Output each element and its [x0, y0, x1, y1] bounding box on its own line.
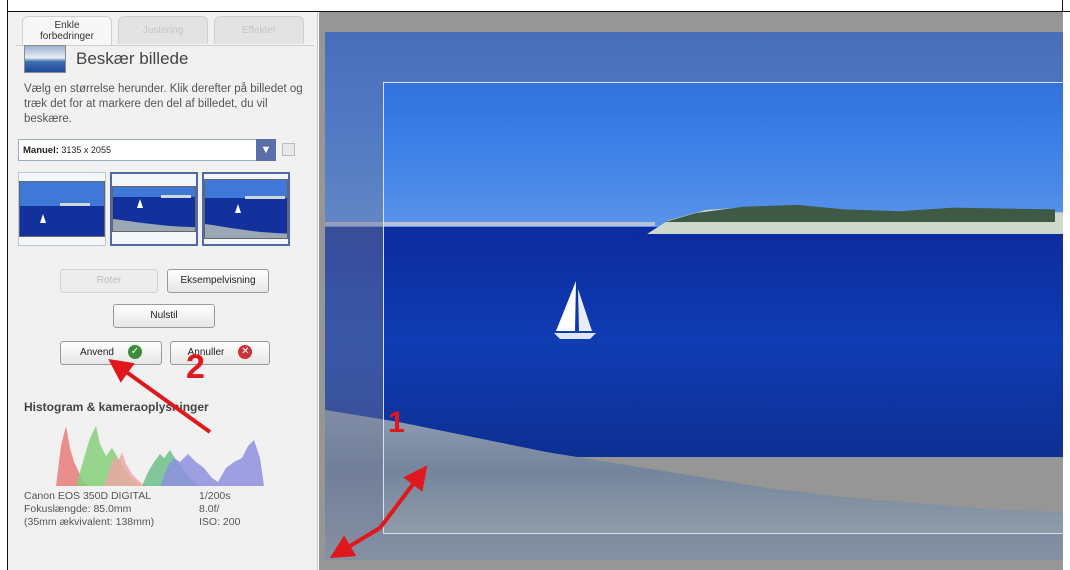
histogram-chart	[56, 426, 264, 486]
crop-shade-left	[325, 32, 383, 560]
apply-label: Anvend	[80, 347, 114, 358]
tab-bar: Enkle forbedringer Justering Effekter	[22, 16, 310, 46]
rotate-button[interactable]: Roter	[60, 269, 158, 293]
camera-equivalent: (35mm ækvivalent: 138mm)	[24, 516, 155, 528]
reset-button[interactable]: Nulstil	[113, 304, 215, 328]
crop-tool-icon	[24, 45, 66, 73]
cancel-label: Annuller	[187, 347, 225, 358]
preset-thumbnail	[19, 181, 105, 237]
camera-focal-length: Fokuslængde: 85.0mm	[24, 503, 132, 515]
crop-selection[interactable]	[383, 82, 1063, 534]
checkmark-icon: ✓	[127, 345, 142, 360]
crop-shade-bottom	[383, 534, 1063, 560]
crop-size-prefix: Manuel:	[23, 145, 59, 156]
camera-iso: ISO: 200	[199, 516, 241, 528]
tab-basic-fixes-line2: forbedringer	[40, 31, 94, 42]
crop-preset-landscape[interactable]	[18, 172, 106, 246]
tool-header: Beskær billede	[24, 45, 188, 73]
apply-button[interactable]: Anvend ✓	[60, 341, 162, 365]
preview-button[interactable]: Eksempelvisning	[167, 269, 269, 293]
preset-thumbnail	[204, 179, 288, 239]
chevron-down-icon[interactable]: ▼	[256, 139, 276, 161]
cancel-button[interactable]: Annuller ✕	[170, 341, 270, 365]
tool-description: Vælg en størrelse herunder. Klik derefte…	[24, 83, 303, 125]
histogram-title: Histogram & kameraoplysninger	[24, 400, 209, 414]
preset-thumbnail	[112, 186, 196, 232]
tab-basic-fixes-line1: Enkle	[54, 20, 80, 31]
tool-title: Beskær billede	[76, 49, 189, 68]
camera-info: Canon EOS 350D DIGITAL 1/200s Fokuslængd…	[24, 490, 240, 529]
crop-presets	[18, 172, 294, 246]
camera-aperture: 8.0f/	[199, 503, 220, 515]
crop-lock-toggle[interactable]	[282, 143, 295, 156]
crop-size-value: 3135 x 2055	[61, 145, 111, 155]
crop-preset-full[interactable]	[202, 172, 290, 246]
crop-size-select[interactable]: Manuel: 3135 x 2055 ▼	[18, 139, 276, 161]
tab-adjustments[interactable]: Justering	[118, 16, 208, 44]
crop-shade-top	[383, 32, 1063, 82]
photo[interactable]	[325, 32, 1063, 560]
close-icon: ✕	[238, 345, 253, 360]
tab-basic-fixes[interactable]: Enkle forbedringer	[22, 16, 112, 46]
image-canvas[interactable]	[319, 12, 1063, 570]
crop-preset-wide[interactable]	[110, 172, 198, 246]
tab-effects[interactable]: Effekter	[214, 16, 304, 44]
camera-model: Canon EOS 350D DIGITAL	[24, 490, 152, 502]
camera-shutter: 1/200s	[199, 490, 231, 502]
